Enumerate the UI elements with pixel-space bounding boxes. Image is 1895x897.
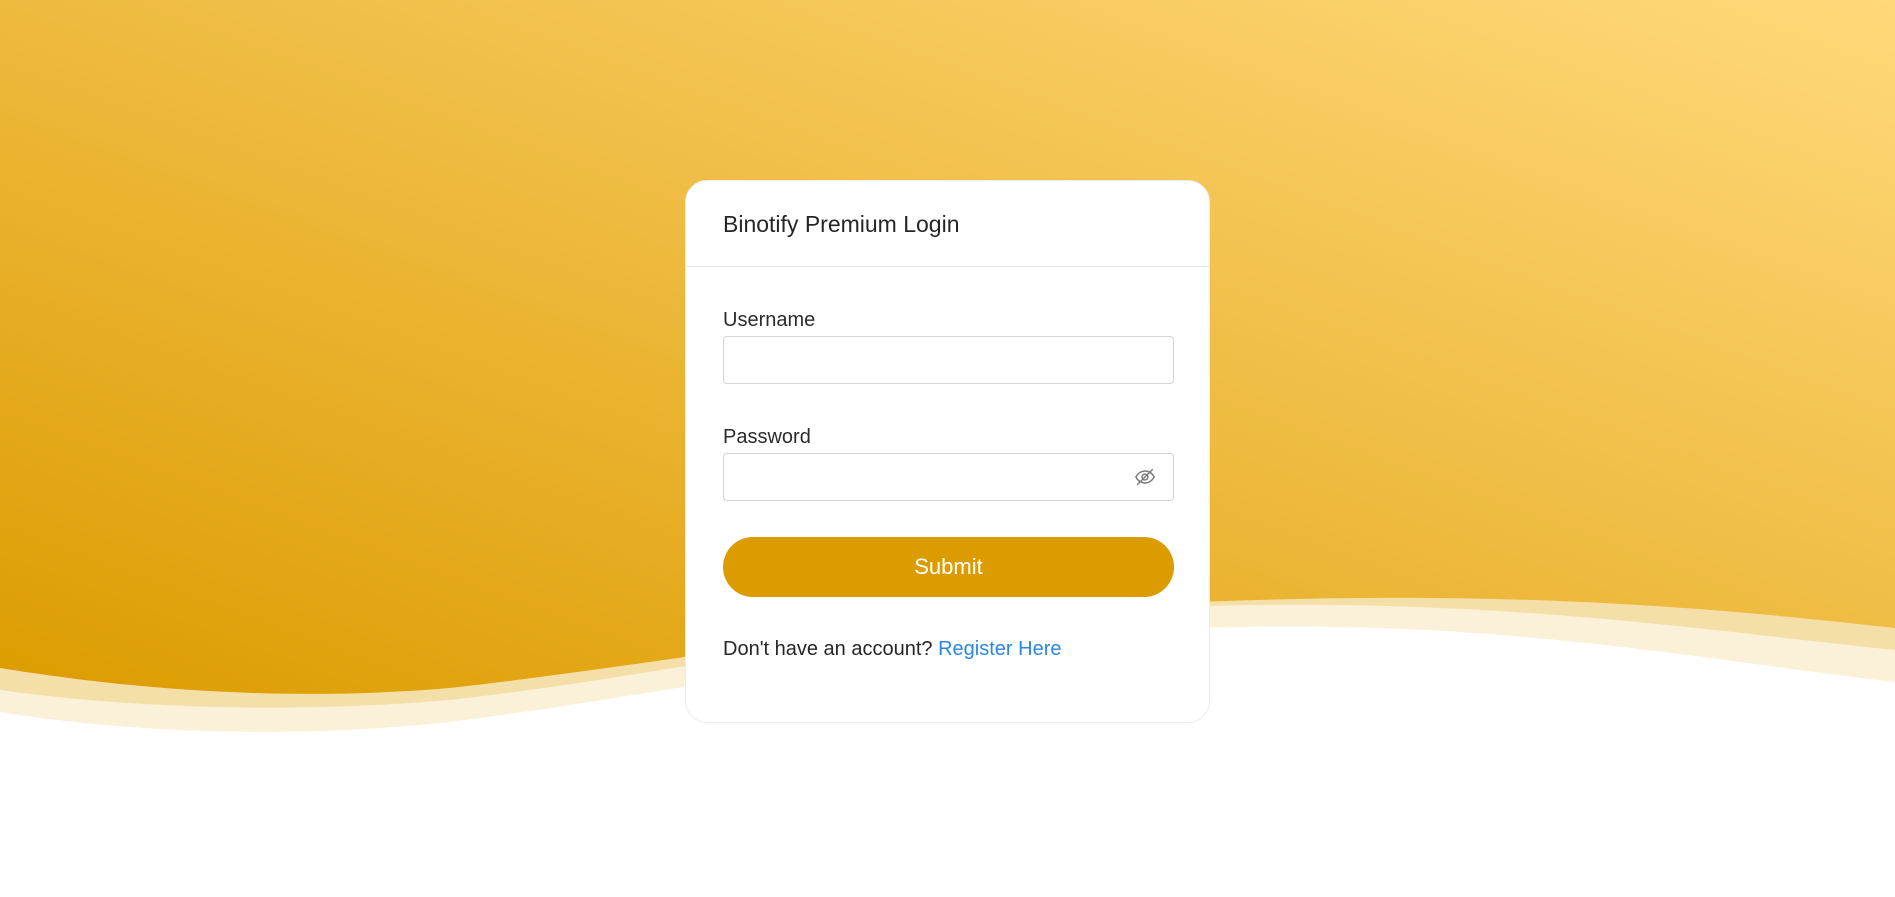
login-card-header: Binotify Premium Login [686, 181, 1209, 267]
submit-button[interactable]: Submit [723, 537, 1174, 597]
register-prompt-line: Don't have an account? Register Here [723, 638, 1061, 661]
password-input[interactable] [723, 453, 1174, 501]
register-link[interactable]: Register Here [938, 638, 1061, 660]
username-label: Username [723, 309, 816, 331]
register-prompt-text: Don't have an account? [723, 638, 933, 660]
login-title: Binotify Premium Login [723, 211, 960, 237]
password-label: Password [723, 426, 811, 448]
eye-off-icon[interactable] [1132, 464, 1158, 490]
username-input[interactable] [723, 336, 1174, 384]
login-card: Binotify Premium Login Username Password… [685, 180, 1210, 723]
